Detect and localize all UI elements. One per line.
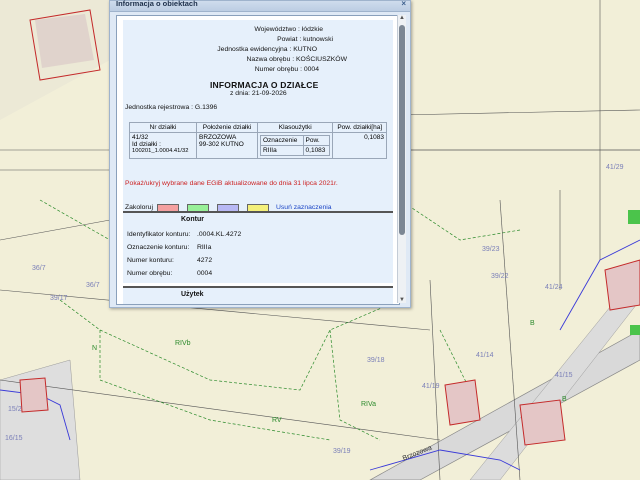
contour-label: Numer konturu: <box>127 257 174 264</box>
popup-scrollbar[interactable]: ▲ ▼ <box>397 15 406 303</box>
map-label: 41/24 <box>545 284 563 291</box>
land-use-title: Użytek <box>181 291 204 298</box>
map-label: 39/19 <box>333 448 351 455</box>
close-icon[interactable]: × <box>401 0 406 8</box>
plot-info-card: Województwo : łódzkie Powiat : kutnowski… <box>123 20 393 215</box>
unit-field: Jednostka ewidencyjna : KUTNO <box>217 46 317 53</box>
clear-selection-link[interactable]: Usuń zaznaczenia <box>276 204 332 211</box>
map-label: 41/19 <box>422 383 440 390</box>
map-label: 15/2 <box>8 406 22 413</box>
popup-content[interactable]: Województwo : łódzkie Powiat : kutnowski… <box>116 15 400 305</box>
plot-table: Nr działki Położenie działki Klasoużytki… <box>129 122 387 159</box>
register-unit: Jednostka rejestrowa : G.1396 <box>125 104 218 111</box>
egib-toggle-link[interactable]: Pokaż/ukryj wybrane dane EGiB aktualizow… <box>125 180 338 187</box>
map-label: RIVb <box>175 340 191 347</box>
contour-value: .0004.KL.4272 <box>197 231 242 238</box>
class-area: 0,1083 <box>302 145 331 156</box>
map-label: 39/18 <box>367 357 385 364</box>
contour-value: 0004 <box>197 270 213 277</box>
class-table: Oznaczenie Pow. RIIIa 0,1083 <box>260 135 331 156</box>
col-header: Nr działki <box>129 122 197 133</box>
col-header: Pow. działki[ha] <box>332 122 387 133</box>
contour-title: Kontur <box>181 216 204 223</box>
county-field: Powiat : kutnowski <box>277 36 333 43</box>
popup-titlebar[interactable]: Informacja o obiektach × <box>110 0 410 12</box>
col-header: Położenie działki <box>196 122 258 133</box>
col-header: Klasoużytki <box>256 122 334 133</box>
map-label: 41/15 <box>555 372 573 379</box>
contour-value: RIIIa <box>197 244 212 251</box>
map-label: 41/29 <box>606 164 624 171</box>
map-label: 41/14 <box>476 352 494 359</box>
object-info-window: Informacja o obiektach × Województwo : ł… <box>109 0 411 308</box>
map-label: RV <box>272 417 282 424</box>
precinct-name-field: Nazwa obrębu : KOŚCIUSZKÓW <box>246 56 347 63</box>
plot-postcode: 99-302 KUTNO <box>199 141 244 148</box>
class-header: Oznaczenie <box>260 135 304 146</box>
contour-label: Identyfikator konturu: <box>127 231 191 238</box>
popup-title: Informacja o obiektach <box>116 0 198 8</box>
map-label: 39/23 <box>482 246 500 253</box>
map-label: 39/22 <box>491 273 509 280</box>
colorize-label: Zakoloruj <box>125 204 153 211</box>
map-label: B <box>530 320 535 327</box>
land-use-section: Użytek <box>123 286 393 304</box>
map-label: N <box>92 345 98 352</box>
contour-label: Oznaczenie konturu: <box>127 244 190 251</box>
scroll-down-icon[interactable]: ▼ <box>399 297 405 303</box>
map-label: B <box>562 396 567 403</box>
precinct-number-field: Numer obrębu : 0004 <box>254 66 319 73</box>
report-heading: INFORMACJA O DZIAŁCE <box>210 80 319 90</box>
class-value: RIIIa <box>260 145 304 156</box>
map-label: 36/7 <box>86 282 100 289</box>
contour-section: Kontur Identyfikator konturu: .0004.KL.4… <box>123 211 393 283</box>
report-date: z dnia: 21-09-2026 <box>230 90 287 97</box>
plot-id-label: Id działki : <box>132 141 161 148</box>
plot-number: 41/32 <box>132 134 149 141</box>
class-header: Pow. <box>302 135 331 146</box>
map-label: 36/7 <box>32 265 46 272</box>
scrollbar-thumb[interactable] <box>399 25 405 235</box>
scroll-up-icon[interactable]: ▲ <box>399 15 405 21</box>
map-label: RIVa <box>361 401 377 408</box>
contour-value: 4272 <box>197 257 213 264</box>
map-label: 39/17 <box>50 295 68 302</box>
map-label: 16/15 <box>5 435 23 442</box>
contour-label: Numer obrębu: <box>127 270 173 277</box>
plot-street: BRZOZOWA <box>199 134 237 141</box>
voivodeship-field: Województwo : łódzkie <box>254 26 323 33</box>
plot-id: 100201_1.0004.41/32 <box>132 148 189 154</box>
plot-area: 0,1083 <box>332 132 387 159</box>
